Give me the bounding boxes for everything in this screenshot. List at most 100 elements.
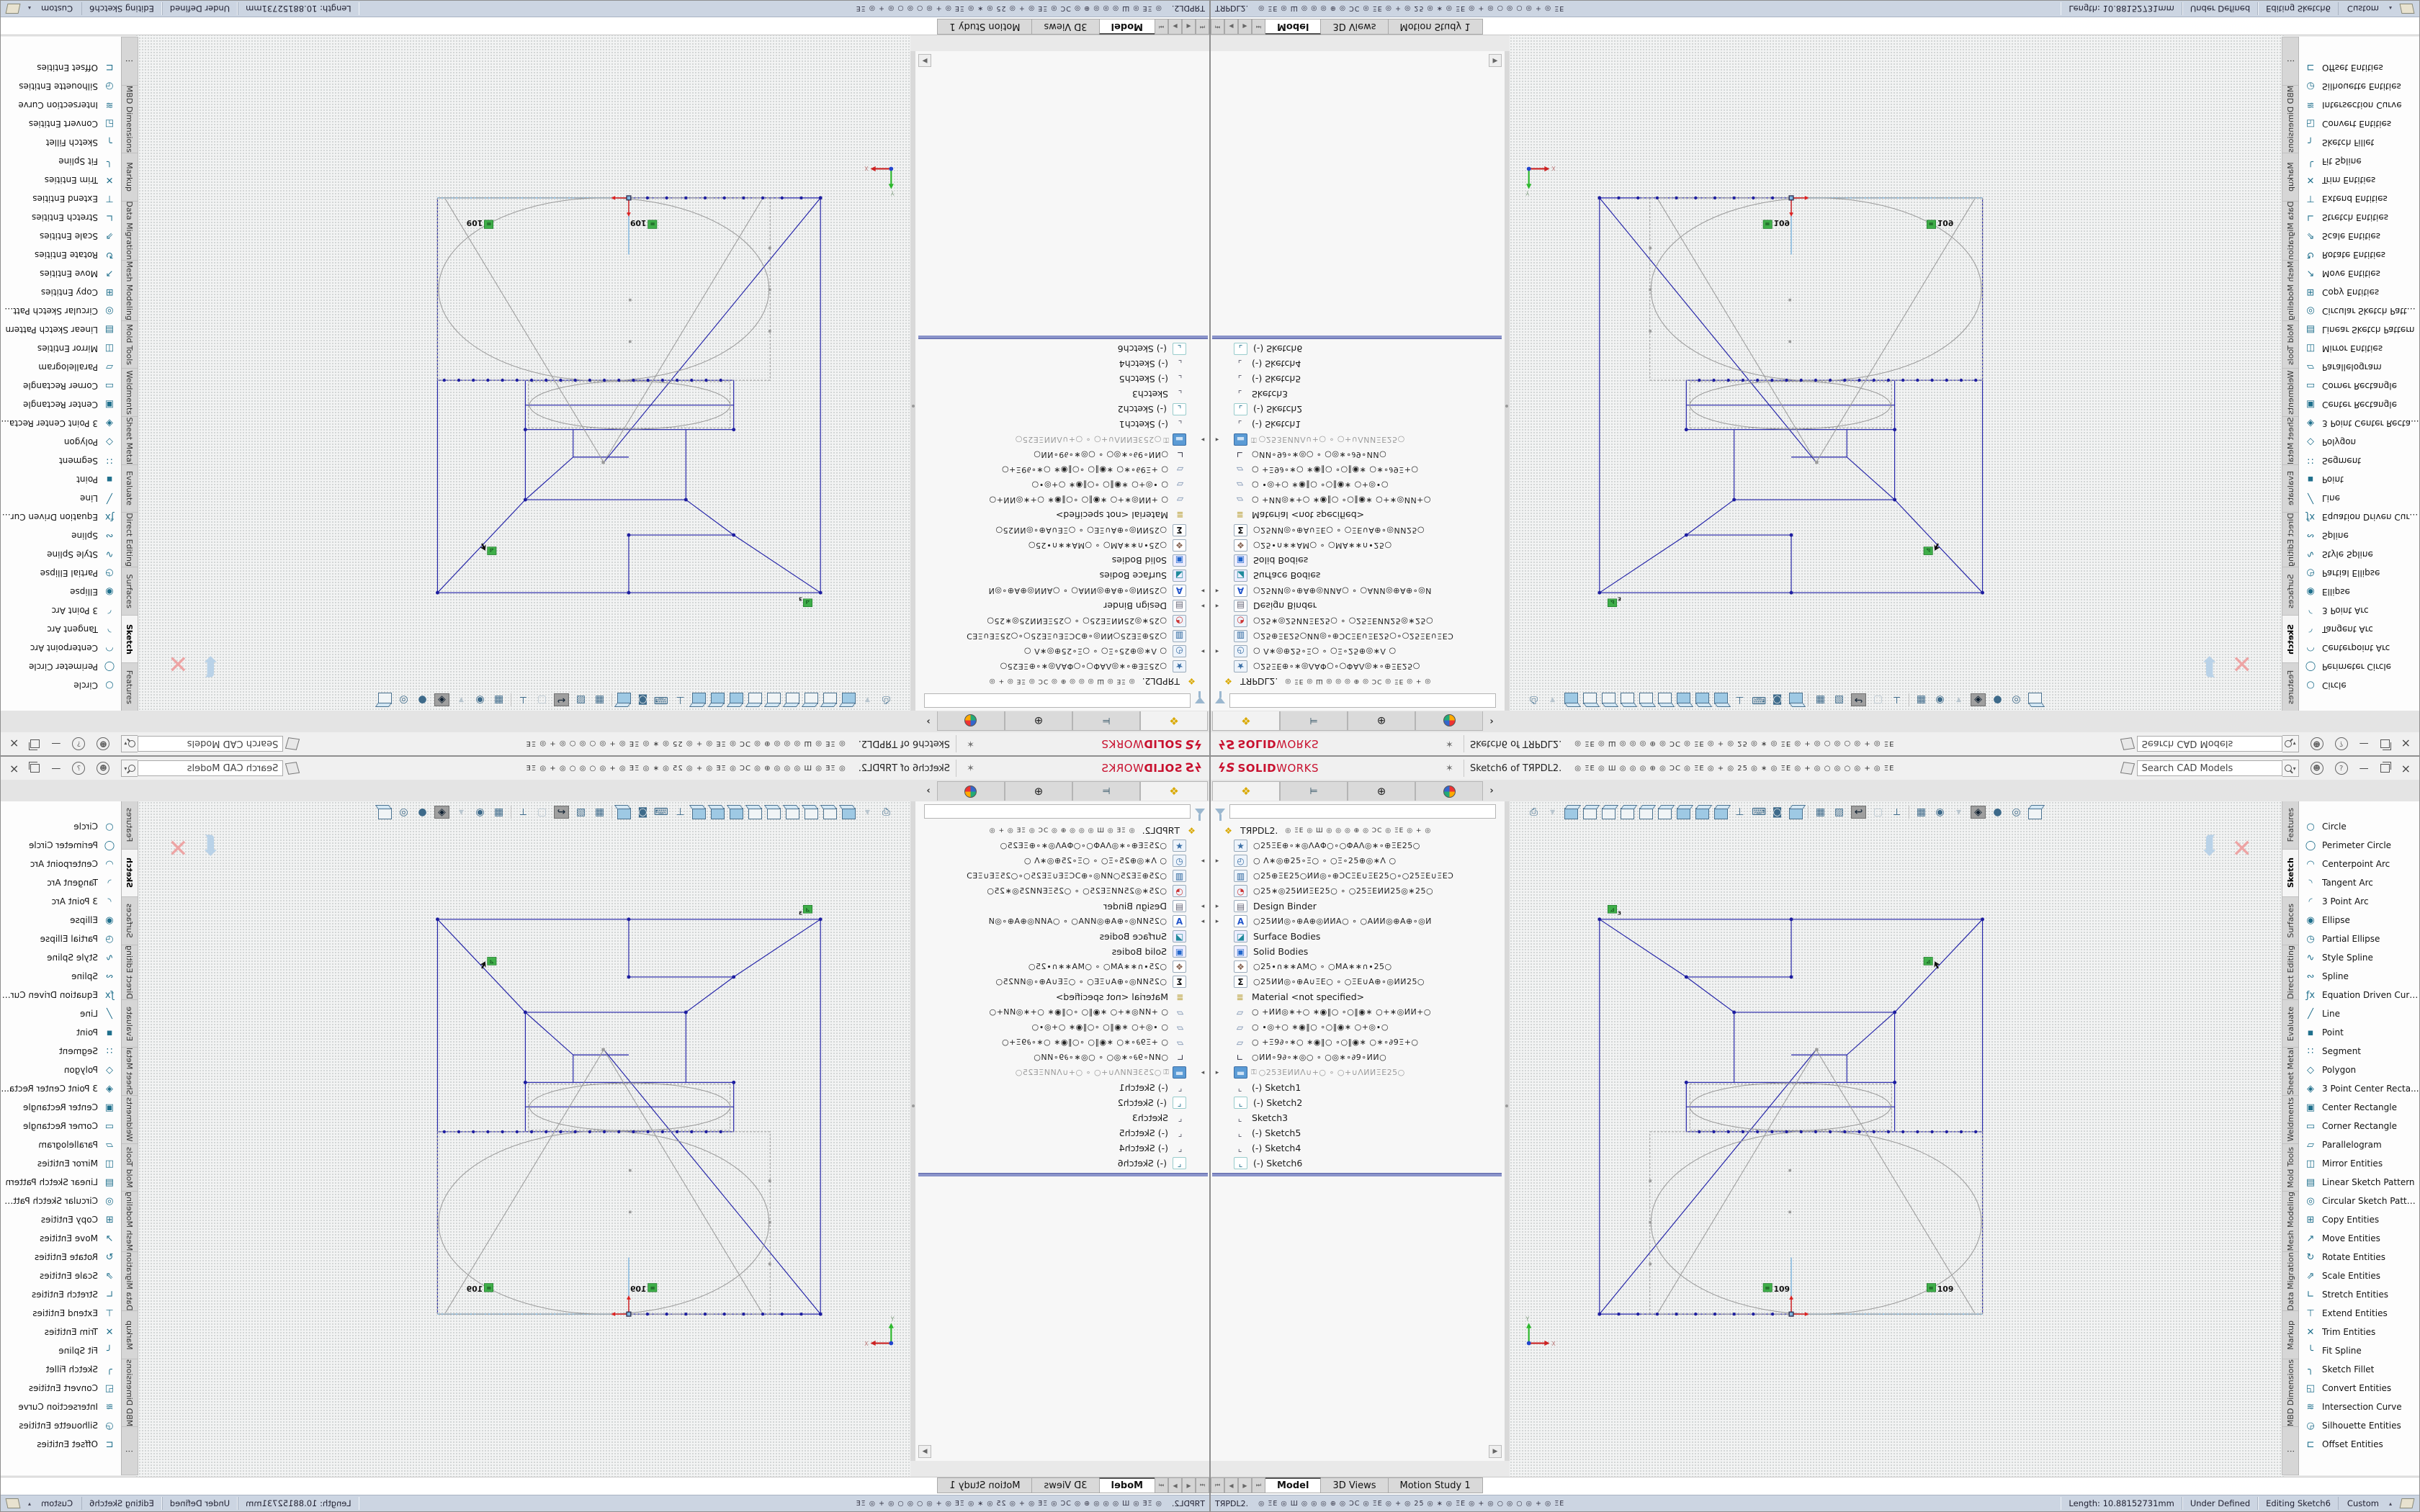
plane-axis-icon[interactable]: ⟂ [1890,806,1904,818]
help-icon[interactable]: ? [2335,762,2348,775]
tab-propertymanager[interactable]: ⊨ [1280,781,1348,801]
status-units[interactable]: Custom▴ [19,4,81,14]
zebra-stripes-icon[interactable]: ▨ [574,695,588,706]
sketch-tool[interactable]: ◯ Perimeter Circle [1,836,121,855]
commandmanager-tab[interactable]: Direct Editing [2282,945,2298,1000]
tree-row[interactable]: ▱ ○ ∙◎+○ ∗◉‖○ ∘○‖◉∗ ○+◎∙○ [1212,1020,1505,1035]
tree-row[interactable]: ≣ Material <not specified> [915,508,1208,523]
tree-row[interactable]: ◪ Surface Bodies [915,929,1208,944]
sketch-tool[interactable]: ▣ Center Rectangle [1,1098,121,1117]
search-button[interactable]: ▾ [121,735,138,752]
wireframe-cube[interactable] [378,693,392,704]
tree-row[interactable]: ▸ ▬ ⚿ ○253ΕИИΛ∪+○ ∘ ○+∪ΛИИΞЕ25○ [915,432,1208,447]
view-back-cube[interactable] [1583,693,1597,704]
menu-item[interactable] [1013,741,1031,747]
confirmation-cancel-x[interactable]: ✕ [168,649,189,678]
zebra-stripes-icon[interactable]: ▨ [574,806,588,818]
tree-row[interactable]: ⌞ (-) Sketch5 [915,372,1208,387]
filter-icon[interactable] [1195,809,1205,815]
minimize-button[interactable]: — [51,763,60,774]
sketch-tool[interactable]: ⊏ Offset Entities [1,58,121,77]
commandmanager-tab[interactable]: Sheet Metal [2282,1048,2298,1096]
tab-next-button[interactable]: ▶ [1238,1477,1252,1493]
sketch-tool[interactable]: ◎ Circular Sketch Pattern [1,302,121,320]
tab-propertymanager[interactable]: ⊨ [1072,781,1140,801]
shadow-icon[interactable]: ◎ [2009,695,2023,706]
sketch-tool[interactable]: ◷ Partial Ellipse [1,930,121,948]
commandmanager-tab[interactable]: Mold Tools [2282,1144,2298,1192]
sketch-tool[interactable]: ▱ Parallelogram [2299,358,2419,377]
document-icon[interactable]: ⎙ [1527,806,1541,818]
panel-collapse-button[interactable]: ▶ [918,54,931,67]
sketch-tool[interactable]: ↻ Rotate Entities [2299,1248,2419,1266]
shadow-icon[interactable]: ◎ [397,695,411,706]
search-input[interactable]: Search CAD Models [138,760,283,776]
shadow-icon[interactable]: ◎ [2009,806,2023,818]
filter-input[interactable] [1229,693,1496,708]
tree-row[interactable]: ◪ Surface Bodies [1212,568,1505,583]
zebra-stripes-icon[interactable]: ▨ [1832,806,1846,818]
sketch-tool[interactable]: ◜ 3 Point Arc [2299,892,2419,911]
tree-row[interactable]: ▸ ▬ ⚿ ○253ΕИИΛ∪+○ ∘ ○+∪ΛИИΞЕ25○ [915,1065,1208,1080]
tab-3d-views[interactable]: 3D Views [1032,19,1099,35]
commandmanager-tab[interactable]: Markup [2282,1311,2298,1359]
tab-next-button[interactable]: ▶ [1168,19,1182,35]
close-button[interactable]: × [2401,737,2411,751]
view-back-cube[interactable] [823,693,837,704]
sketch-tool[interactable]: ↗ Move Entities [1,264,121,283]
expand-arrow[interactable]: ▸ [1198,858,1208,865]
commandmanager-tab[interactable]: Mold Tools [2282,320,2298,369]
tab-3d-views[interactable]: 3D Views [1032,1477,1099,1493]
menu-item[interactable] [1031,741,1048,747]
tree-row[interactable]: ⌞ (-) Sketch2 [915,1095,1208,1110]
sketch-tool[interactable]: ╰ Fit Spline [1,152,121,171]
tree-row[interactable]: ❖ TЯPDL2. ◎ ΞЕ ◎ Ш ◎ ◎ ◎ ⊕ ◎ ƆС ◎ ΞЕ ◎ +… [915,823,1208,838]
menu-item[interactable] [979,765,996,771]
view-top-cube[interactable] [767,693,781,704]
commandmanager-tab[interactable]: Sketch [2282,615,2298,663]
sketch-tool[interactable]: ⊏ Offset Entities [1,1435,121,1454]
quick-access-toolbar[interactable]: ◎ ΞЕ ◎ Ш ◎ ◎ ◎ ⊕ ◎ ƆС ◎ ΞЕ ◎ + ◎ 25 ◎ ∗ … [1574,740,2121,748]
sketch-tool[interactable]: ▭ Corner Rectangle [2299,1117,2419,1135]
tree-row[interactable]: ▱ ○ ∙◎+○ ∗◉‖○ ∘○‖◉∗ ○+◎∙○ [915,477,1208,492]
plane-axis-icon[interactable]: ⟂ [516,695,530,706]
filter-icon[interactable] [1215,698,1225,704]
sketch-tool[interactable]: ◯ Perimeter Circle [1,657,121,676]
sketch-tool[interactable]: ◱ Convert Entities [2299,114,2419,133]
grid-icon[interactable]: ▦ [492,806,506,818]
view-iso-cube[interactable] [1677,693,1690,704]
menu-item[interactable] [1355,765,1372,771]
save-view-icon[interactable]: ▦ [1814,806,1827,818]
sketch-tool[interactable]: ✕ Trim Entities [2299,1323,2419,1341]
wireframe-cube[interactable] [2028,693,2042,704]
sketch-tool[interactable]: ∷ Segment [2299,451,2419,470]
sketch-tool[interactable]: ▭ Corner Rectangle [1,1117,121,1135]
sketch-tool[interactable]: ▣ Center Rectangle [2299,1098,2419,1117]
commandmanager-tab[interactable]: MBD Dimensions [2282,85,2298,153]
menu-item[interactable] [1424,765,1441,771]
view-back-cube[interactable] [1583,808,1597,819]
search-input[interactable]: Search CAD Models [2137,736,2282,752]
sketch-tool[interactable]: ∷ Segment [1,451,121,470]
minimize-button[interactable]: — [2360,739,2369,750]
tab-last-button[interactable]: ⏭ [1155,19,1168,35]
tab-prev-button[interactable]: ◀ [1224,1477,1238,1493]
sketch-tool[interactable]: ◱ Convert Entities [1,114,121,133]
sketch-tool[interactable]: ▪ Point [1,1023,121,1042]
tree-row[interactable]: ▱ ○ +Ξ9∂∘∗○ ∗◉‖○ ∘○‖◉∗ ○∗∘∂9Ξ+○ [915,462,1208,477]
tab-last-button[interactable]: ⏭ [1252,1477,1265,1493]
tab-configurationmanager[interactable]: ⊕ [1348,781,1415,801]
expand-arrow[interactable]: ▸ [1212,903,1222,910]
commandmanager-tab[interactable]: ⋮ [2282,1427,2298,1475]
status-units[interactable]: Custom▴ [2339,4,2401,14]
sketch-tool[interactable]: ▱ Parallelogram [2299,1135,2419,1154]
minimize-button[interactable]: — [51,739,60,750]
graphics-area[interactable]: ⊿ 3 ⊿ = 109 = 109 [136,35,910,711]
tab-displaymanager[interactable] [937,711,1005,731]
sketch-tool[interactable]: ◝ Tangent Arc [2299,873,2419,892]
sketch-tool[interactable]: ◫ Mirror Entities [1,339,121,358]
tree-row[interactable]: ⌞ (-) Sketch1 [1212,1080,1505,1095]
zebra-stripes-icon[interactable]: ▨ [1832,695,1846,706]
sketch-tool[interactable]: ▱ Parallelogram [1,1135,121,1154]
sketch-tool[interactable]: ◈ 3 Point Center Recta... [1,1079,121,1098]
